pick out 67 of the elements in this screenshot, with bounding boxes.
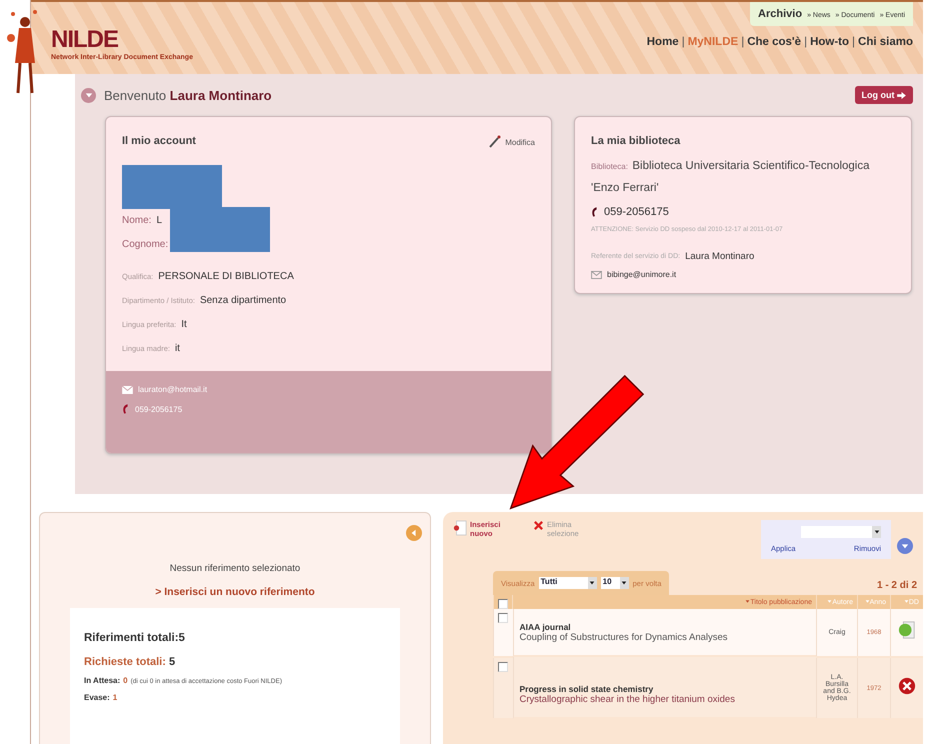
arrow-icon — [897, 92, 906, 100]
sort-icon — [904, 598, 909, 604]
edit-link[interactable]: Modifica — [488, 135, 535, 149]
stat-label: Evase: — [84, 693, 110, 702]
stat-value: 1 — [112, 693, 118, 702]
card-title: La mia biblioteca — [591, 135, 682, 147]
mail-icon — [122, 386, 133, 394]
show-dropdown[interactable]: Tutti — [538, 577, 597, 589]
field-value: Senza dipartimento — [200, 295, 286, 306]
stat-label: In Attesa: — [84, 676, 120, 685]
caret-icon — [874, 529, 880, 535]
card-title: Il mio account — [122, 135, 196, 149]
row-checkbox[interactable] — [498, 613, 508, 623]
welcome-text: Benvenuto Laura Montinaro — [104, 88, 272, 102]
article-title: Coupling of Substructures for Dynamics Analyses — [520, 632, 729, 642]
per-page-dropdown[interactable]: 10 — [600, 577, 629, 589]
document-icon — [898, 620, 916, 640]
mail-icon — [591, 270, 602, 278]
field-label: Nome: — [122, 215, 152, 226]
collapse-icon[interactable] — [81, 88, 96, 102]
phone-icon — [122, 404, 130, 414]
library-field: Biblioteca: Biblioteca Universitaria Scientifico-Tecnologica 'Enzo Ferrari' — [591, 155, 895, 198]
nav-link[interactable]: Chi siamo — [858, 36, 913, 48]
nav-separator: | — [682, 36, 685, 48]
caret-icon — [621, 580, 628, 586]
contact-name: Laura Montinaro — [685, 251, 754, 262]
nav-link[interactable]: How-to — [810, 36, 850, 48]
phone-text: 059-2056175 — [135, 404, 182, 414]
requests-value: 5 — [168, 656, 176, 668]
total-text: Riferimenti totali:5 — [84, 632, 186, 644]
select-all-checkbox[interactable] — [498, 599, 508, 609]
field-value: It — [181, 319, 187, 330]
nilde-logo[interactable]: NILDE — [51, 26, 193, 54]
sort-icon — [864, 598, 870, 604]
error-icon — [898, 676, 916, 694]
row-checkbox[interactable] — [498, 662, 508, 672]
result-count: 1 - 2 di 2 — [876, 580, 917, 591]
sort-icon — [827, 598, 832, 604]
nav-separator: | — [804, 36, 808, 48]
status-text: Nessun riferimento selezionato — [170, 563, 300, 574]
nav-separator: | — [852, 36, 856, 48]
nav-link[interactable]: Che cos'è — [747, 36, 802, 48]
document-icon — [453, 520, 467, 536]
sort-icon — [745, 598, 750, 604]
article-title: Crystallographic shear in the higher titanium oxides — [520, 694, 736, 704]
requests-label: Richieste totali: — [84, 656, 166, 668]
field-value: it — [174, 343, 180, 354]
journal-title: AIAA journal — [520, 622, 572, 632]
phone-icon — [591, 207, 599, 217]
archive-title: Archivio — [758, 8, 802, 20]
field-value: L — [156, 215, 162, 226]
collapse-icon[interactable] — [406, 525, 422, 541]
logout-button[interactable]: Log out — [854, 86, 913, 104]
journal-title: Progress in solid state chemistry — [520, 684, 654, 694]
field-label: Cognome: — [122, 239, 168, 250]
insert-link[interactable]: > Inserisci un nuovo riferimento — [155, 586, 315, 598]
email-text: bibinge@unimore.it — [607, 270, 676, 279]
nav-separator: | — [741, 36, 744, 48]
caret-icon — [589, 580, 596, 586]
nav-link[interactable]: Home — [646, 36, 679, 48]
pencil-icon — [488, 135, 502, 149]
stat-value: 0 — [123, 676, 128, 685]
close-icon — [533, 520, 544, 531]
field-value: PERSONALE DI BIBLIOTECA — [158, 271, 294, 282]
email-text: lauraton@hotmail.it — [138, 385, 208, 394]
phone-text: 059-2056175 — [604, 206, 669, 218]
expand-icon[interactable] — [897, 538, 913, 554]
